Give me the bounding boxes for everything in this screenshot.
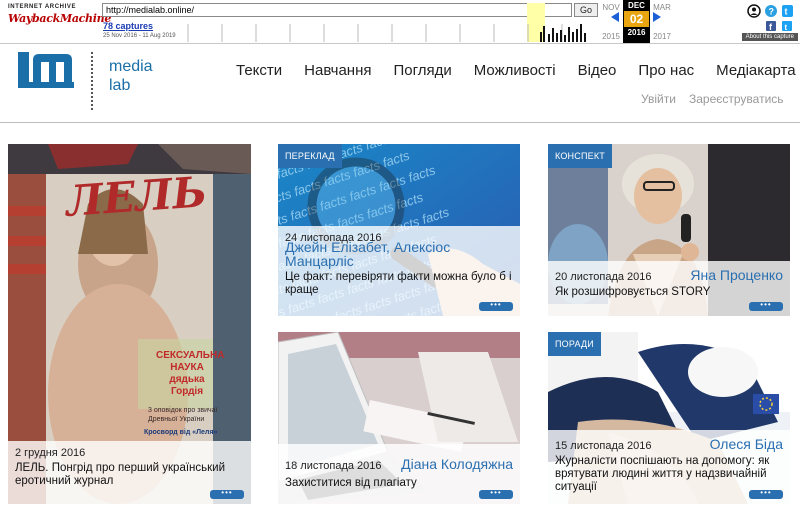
header-divider [0,122,800,123]
facebook-icon: f [766,21,776,32]
nav-item-texts[interactable]: Тексти [236,62,282,79]
wayback-about-link[interactable]: About this capture [741,33,798,41]
svg-text:t: t [785,23,788,32]
article-card[interactable]: facts facts facts facts facts facts fact… [278,144,520,316]
wayback-go-button[interactable]: Go [574,3,598,17]
article-card[interactable]: ЛЕЛЬ СЕКСУАЛЬНА НАУКА дядька Гордія 3 оп… [8,144,251,504]
more-button[interactable]: ••• [479,301,513,311]
wayback-sparkline[interactable] [184,20,594,42]
wayback-prev-arrow-icon[interactable] [611,12,619,22]
article-title[interactable]: ЛЕЛЬ. Понгрід про перший український еро… [15,462,244,488]
register-link[interactable]: Зареєструватись [689,92,784,106]
magazine-cover-headline: СЕКСУАЛЬНА НАУКА дядька Гордія [156,350,225,398]
magazine-cover-small2: Древньої України [148,416,205,423]
wayback-url-input[interactable]: http://medialab.online/ [102,3,572,17]
help-icon: ? [765,5,777,17]
wayback-prev-month[interactable]: NOV [600,3,622,12]
more-button[interactable]: ••• [749,489,783,499]
nav-item-opportunities[interactable]: Можливості [474,62,556,79]
article-author-line1: Джейн Елізабет, Алексіос [285,239,451,255]
nav-item-about[interactable]: Про нас [638,62,694,79]
article-title-line1: Журналісти поспішають на допомогу: як [555,455,770,467]
wayback-prev-year[interactable]: 2015 [600,32,622,41]
article-title-line2: краще [285,284,319,296]
article-category-tag[interactable]: КОНСПЕКТ [548,144,612,168]
nav-item-views[interactable]: Погляди [393,62,451,79]
more-button[interactable]: ••• [210,489,244,499]
article-title[interactable]: Як розшифровується STORY [555,286,783,299]
magazine-cover-line2: НАУКА [170,362,204,373]
twitter-icon-2: t [782,21,792,32]
magazine-cover-line1: СЕКСУАЛЬНА [156,350,225,361]
article-title-line1: Це факт: перевіряти факти можна було б і [285,271,512,283]
article-title-line2: еротичний журнал [15,475,114,487]
article-author[interactable]: Діана Колодяжна [401,456,513,472]
article-title-line1: ЛЕЛЬ. Понгрід про перший український [15,462,226,474]
article-category-tag[interactable]: ПОРАДИ [548,332,601,356]
logo-separator [91,52,93,110]
article-card[interactable]: ПОРАДИ 15 листопада 2016 Олеся Біда Журн… [548,332,790,504]
wayback-current-day: 02 [624,11,649,27]
svg-text:t: t [785,7,788,17]
medialab-logo-text[interactable]: media lab [109,57,153,95]
wayback-logo-main: WaybackMachine [8,12,112,25]
user-icon [747,4,761,18]
magazine-cover-line3: дядька Гордія [169,374,205,397]
wayback-current-date: DEC 02 2016 [623,0,650,43]
wayback-date-range: 25 Nov 2016 - 11 Aug 2019 [103,33,176,39]
article-author[interactable]: Джейн Елізабет, Алексіос Манцарліс [285,240,513,268]
magazine-cover-bottom: Кросворд від «Леля» [144,429,218,436]
article-title-line1: Захиститися від плагіату [285,477,417,489]
wayback-toolbar: INTERNET ARCHIVE WaybackMachine http://m… [0,0,800,44]
wayback-icons: ? t f t [747,4,793,32]
login-link[interactable]: Увійти [641,92,676,106]
article-author[interactable]: Яна Проценко [690,267,783,283]
magazine-title: ЛЕЛЬ [64,167,209,226]
logo-word-lab: lab [109,77,131,94]
wayback-logo-top: INTERNET ARCHIVE [8,4,77,10]
wayback-next-month[interactable]: MAR [651,3,673,12]
medialab-logo-mark [18,52,74,88]
article-author-line2: Манцарліс [285,253,354,269]
wayback-logo[interactable]: INTERNET ARCHIVE WaybackMachine [8,4,112,38]
article-title[interactable]: Захиститися від плагіату [285,477,513,490]
article-author[interactable]: Олеся Біда [710,436,783,452]
nav-item-learning[interactable]: Навчання [304,62,371,79]
article-category-tag[interactable]: ПЕРЕКЛАД [278,144,342,168]
more-button[interactable]: ••• [479,489,513,499]
wayback-next-arrow-icon[interactable] [653,12,661,22]
wayback-next-year[interactable]: 2017 [651,32,673,41]
twitter-icon: t [782,5,793,17]
wayback-current-year: 2016 [627,28,646,37]
article-date: 20 листопада 2016 [555,271,652,283]
wayback-current-month: DEC [628,1,645,10]
svg-text:?: ? [769,7,775,17]
medialab-logo[interactable] [18,52,74,96]
article-title[interactable]: Журналісти поспішають на допомогу: як вр… [555,455,783,494]
article-card[interactable]: 18 листопада 2016 Діана Колодяжна Захист… [278,332,520,504]
main-nav: Тексти Навчання Погляди Можливості Відео… [236,62,796,79]
more-button[interactable]: ••• [749,301,783,311]
article-date: 15 листопада 2016 [555,440,652,452]
article-date: 18 листопада 2016 [285,460,382,472]
magazine-cover-small: 3 оповідок про звичаї Древньої України [148,406,226,424]
article-title[interactable]: Це факт: перевіряти факти можна було б і… [285,271,513,297]
logo-word-media: media [109,58,153,75]
nav-item-mediamap[interactable]: Медіакарта [716,62,795,79]
article-title-line1: Як розшифровується STORY [555,286,711,298]
article-date: 2 грудня 2016 [15,447,86,459]
nav-item-video[interactable]: Відео [578,62,617,79]
wayback-captures-link[interactable]: 78 captures [103,21,153,31]
article-title-line2: врятувати людині життя у надзвичайній [555,468,767,480]
magazine-cover-small1: 3 оповідок про звичаї [148,407,218,414]
article-card[interactable]: КОНСПЕКТ 20 листопада 2016 Яна Проценко … [548,144,790,316]
